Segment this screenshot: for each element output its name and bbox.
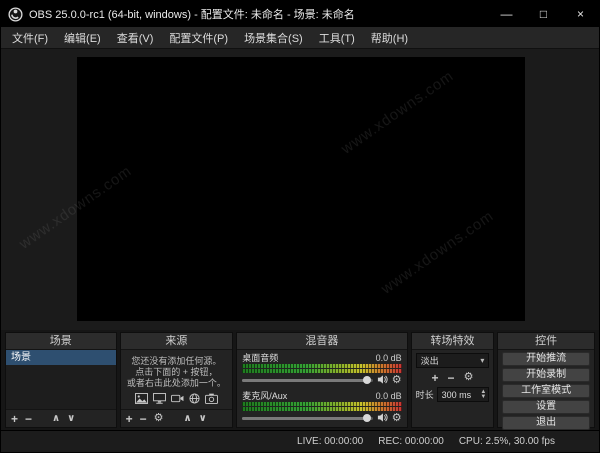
browser-source-icon <box>189 392 200 404</box>
volume-slider[interactable] <box>242 376 373 384</box>
duration-label: 时长 <box>415 390 434 400</box>
add-transition-icon[interactable]: + <box>432 372 439 384</box>
display-capture-icon <box>152 392 166 404</box>
remove-transition-icon[interactable]: − <box>448 372 455 384</box>
window-title: OBS 25.0.0-rc1 (64-bit, windows) - 配置文件:… <box>29 9 355 21</box>
sources-dock-title: 来源 <box>120 333 233 350</box>
transition-settings-icon[interactable]: ⚙ <box>464 372 474 383</box>
volume-meter <box>242 364 403 368</box>
menu-edit[interactable]: 编辑(E) <box>56 27 109 48</box>
menu-bar: 文件(F) 编辑(E) 查看(V) 配置文件(P) 场景集合(S) 工具(T) … <box>1 27 599 49</box>
duration-value: 300 ms <box>441 389 472 400</box>
mixer-dock: 混音器 桌面音频 0.0 dB ⚙ 麦克风/Aux 0.0 dB ⚙ <box>236 332 408 428</box>
program-canvas[interactable] <box>77 57 525 321</box>
scene-up-icon[interactable]: ∧ <box>52 413 60 424</box>
add-source-icon[interactable]: + <box>126 413 133 425</box>
status-bar: LIVE: 00:00:00 REC: 00:00:00 CPU: 2.5%, … <box>1 430 599 452</box>
transition-select[interactable]: 淡出 ▾ <box>415 353 490 368</box>
settings-button[interactable]: 设置 <box>502 400 590 414</box>
chevron-down-icon: ▾ <box>480 356 485 365</box>
dock-row: 场景 场景 + − ∧ ∨ 来源 您还没有添加任何源。 点击下面的 + 按钮， <box>1 330 599 430</box>
sources-hint-line: 您还没有添加任何源。 <box>131 355 222 366</box>
studio-mode-button[interactable]: 工作室模式 <box>502 384 590 398</box>
remove-scene-icon[interactable]: − <box>25 413 32 425</box>
source-type-icons <box>134 392 218 404</box>
camera-source-icon <box>204 393 218 404</box>
obs-logo-icon <box>8 6 23 22</box>
cpu-fps-stats: CPU: 2.5%, 30.00 fps <box>458 436 555 447</box>
sources-toolbar: + − ⚙ ∧ ∨ <box>120 409 233 427</box>
scenes-toolbar: + − ∧ ∨ <box>6 409 116 427</box>
title-bar: OBS 25.0.0-rc1 (64-bit, windows) - 配置文件:… <box>1 1 599 27</box>
menu-scene-collection[interactable]: 场景集合(S) <box>236 27 311 48</box>
volume-slider[interactable] <box>242 414 373 422</box>
channel-settings-icon[interactable]: ⚙ <box>392 413 402 424</box>
remove-source-icon[interactable]: − <box>140 413 147 425</box>
menu-profile[interactable]: 配置文件(P) <box>161 27 236 48</box>
volume-slider-handle[interactable] <box>362 376 371 384</box>
start-streaming-button[interactable]: 开始推流 <box>502 352 590 366</box>
volume-meter <box>242 402 403 406</box>
scenes-dock: 场景 场景 + − ∧ ∨ <box>5 332 117 428</box>
channel-name: 麦克风/Aux <box>242 391 288 401</box>
source-up-icon[interactable]: ∧ <box>184 413 192 424</box>
mixer-channel-desktop-audio: 桌面音频 0.0 dB ⚙ <box>242 352 403 390</box>
close-button[interactable]: × <box>562 1 599 27</box>
duration-spinner[interactable]: 300 ms ▲ ▼ <box>436 387 490 402</box>
preview-area[interactable]: www.xdowns.com www.xdowns.com www.xdowns… <box>1 49 599 330</box>
menu-file[interactable]: 文件(F) <box>4 27 56 48</box>
channel-settings-icon[interactable]: ⚙ <box>392 375 402 386</box>
mixer-channel-mic-aux: 麦克风/Aux 0.0 dB ⚙ <box>242 390 403 428</box>
window-controls: — □ × <box>488 1 599 27</box>
scene-list-item[interactable]: 场景 <box>6 350 116 365</box>
spin-down-icon[interactable]: ▼ <box>480 394 486 400</box>
live-time: LIVE: 00:00:00 <box>297 436 364 447</box>
channel-name: 桌面音频 <box>242 353 279 363</box>
sources-dock: 来源 您还没有添加任何源。 点击下面的 + 按钮， 或者右击此处添加一个。 + … <box>119 332 234 428</box>
transition-selected-value: 淡出 <box>420 356 439 366</box>
volume-slider-handle[interactable] <box>362 414 371 422</box>
menu-help[interactable]: 帮助(H) <box>363 27 416 48</box>
maximize-button[interactable]: □ <box>525 1 562 27</box>
exit-button[interactable]: 退出 <box>502 416 590 430</box>
speaker-icon[interactable] <box>377 410 388 428</box>
video-capture-icon <box>170 393 184 404</box>
transitions-dock: 转场特效 淡出 ▾ + − ⚙ 时长 300 ms ▲ ▼ <box>410 332 495 428</box>
menu-tools[interactable]: 工具(T) <box>311 27 363 48</box>
controls-dock-title: 控件 <box>498 333 594 350</box>
source-down-icon[interactable]: ∨ <box>199 413 207 424</box>
transitions-dock-title: 转场特效 <box>411 333 494 350</box>
volume-meter <box>242 407 403 411</box>
scenes-dock-title: 场景 <box>6 333 116 350</box>
rec-time: REC: 00:00:00 <box>378 436 444 447</box>
source-properties-icon[interactable]: ⚙ <box>154 413 164 424</box>
sources-empty-hint[interactable]: 您还没有添加任何源。 点击下面的 + 按钮， 或者右击此处添加一个。 <box>121 350 233 409</box>
minimize-button[interactable]: — <box>488 1 525 27</box>
mixer-dock-title: 混音器 <box>237 333 407 350</box>
channel-level: 0.0 dB <box>375 352 402 363</box>
scene-list[interactable]: 场景 <box>6 350 116 409</box>
scene-down-icon[interactable]: ∨ <box>67 413 75 424</box>
add-scene-icon[interactable]: + <box>11 413 18 425</box>
menu-view[interactable]: 查看(V) <box>109 27 162 48</box>
volume-meter <box>242 369 403 373</box>
speaker-icon[interactable] <box>377 372 388 390</box>
obs-window: OBS 25.0.0-rc1 (64-bit, windows) - 配置文件:… <box>0 0 600 453</box>
start-recording-button[interactable]: 开始录制 <box>502 368 590 382</box>
controls-dock: 控件 开始推流 开始录制 工作室模式 设置 退出 <box>497 332 595 430</box>
sources-hint-line: 点击下面的 + 按钮， <box>135 366 218 377</box>
channel-level: 0.0 dB <box>375 390 402 401</box>
image-source-icon <box>134 392 148 404</box>
sources-hint-line: 或者右击此处添加一个。 <box>126 377 226 388</box>
